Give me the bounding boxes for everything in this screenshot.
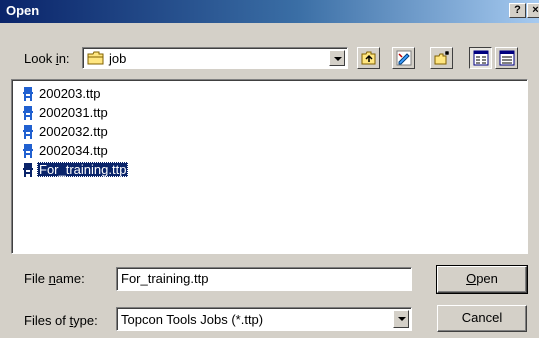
look-in-dropdown-button[interactable] [329,50,345,66]
close-button[interactable]: × [527,3,539,18]
file-list[interactable]: 200203.ttp 2002031.ttp 2002032.ttp 20020… [11,79,528,254]
title-bar: Open ? × [0,0,539,23]
file-name-input[interactable]: For_training.ttp [116,267,412,291]
open-button[interactable]: Open [436,265,528,294]
new-folder-button[interactable] [430,47,453,69]
file-name: 2002032.ttp [39,124,108,139]
window-title: Open [6,3,40,18]
help-button[interactable]: ? [509,3,526,18]
up-one-level-button[interactable] [357,47,380,69]
cancel-button[interactable]: Cancel [437,305,527,332]
file-type-select[interactable]: Topcon Tools Jobs (*.ttp) [116,307,412,331]
file-type-label: Files of type: [24,313,98,328]
file-name: 2002031.ttp [39,105,108,120]
look-in-label: Look in: [24,51,70,66]
folder-icon [87,51,105,68]
file-name-label: File name: [24,271,85,286]
look-in-combo[interactable]: job [82,47,348,69]
file-type-dropdown-button[interactable] [393,310,409,328]
file-type-value: Topcon Tools Jobs (*.ttp) [121,312,264,327]
desktop-button[interactable] [392,47,415,69]
look-in-value: job [109,51,127,66]
file-name: For_training.ttp [37,162,129,177]
file-name: 200203.ttp [39,86,101,101]
file-name: 2002034.ttp [39,143,108,158]
list-view-button[interactable] [469,47,492,69]
details-view-button[interactable] [495,47,518,69]
